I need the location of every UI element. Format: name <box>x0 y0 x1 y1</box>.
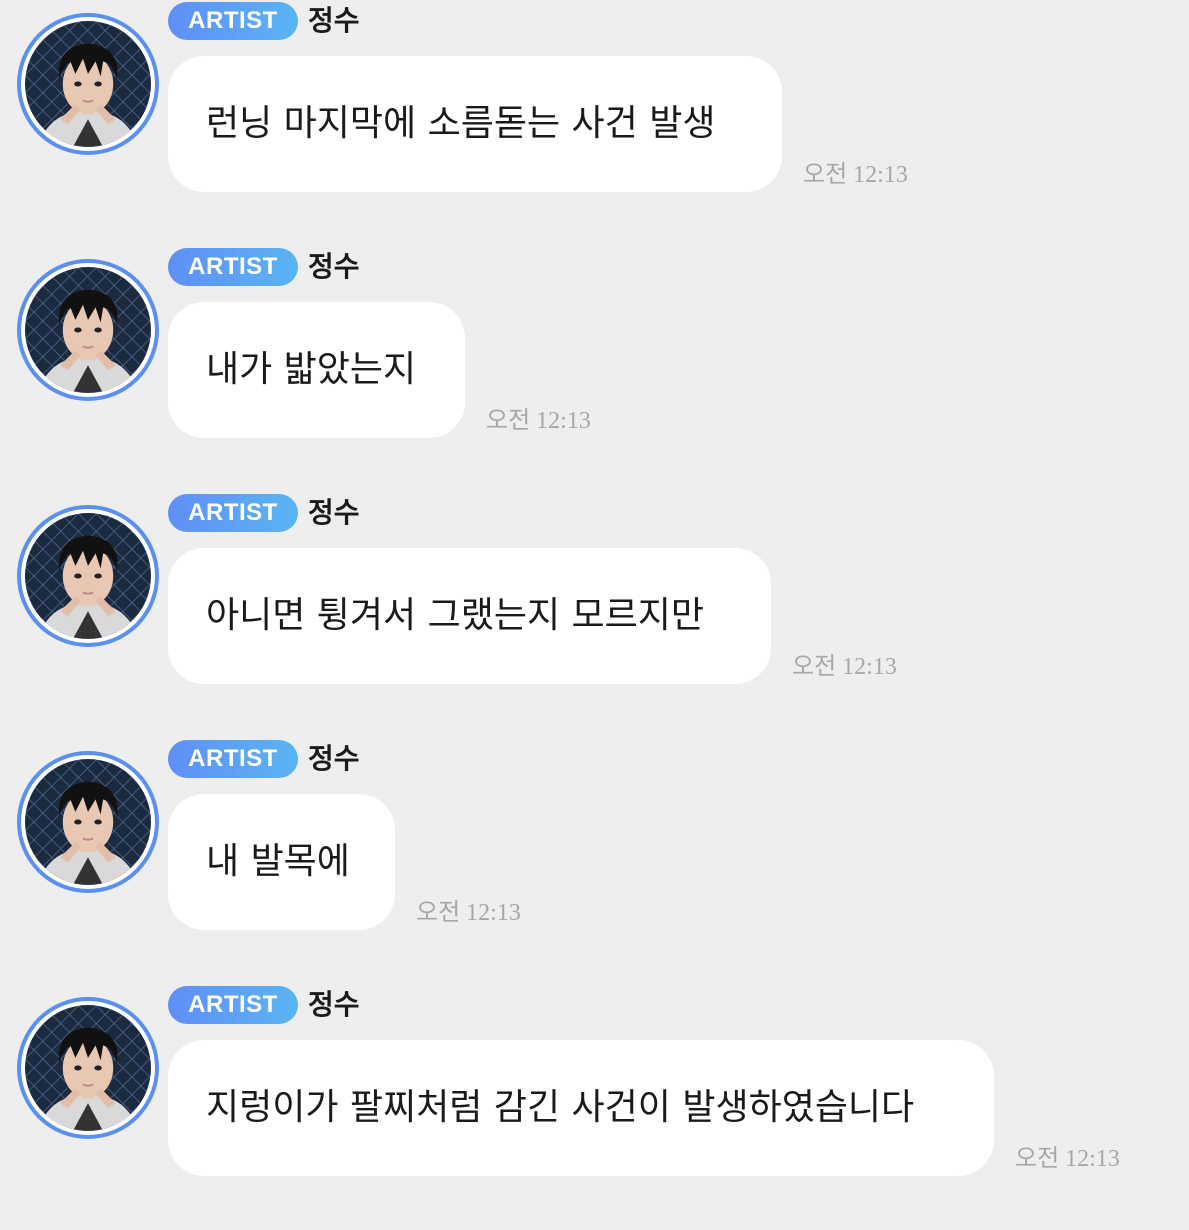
profile-photo-icon <box>25 1005 151 1131</box>
message-bubble[interactable]: 내가 밟았는지 <box>168 302 465 438</box>
avatar[interactable] <box>17 505 159 647</box>
message-bubble[interactable]: 내 발목에 <box>168 794 395 930</box>
artist-badge: ARTIST <box>168 248 298 286</box>
artist-badge: ARTIST <box>168 740 298 778</box>
avatar[interactable] <box>17 997 159 1139</box>
sender-name: 정수 <box>308 250 360 283</box>
message-timestamp: 오전 12:13 <box>792 654 897 680</box>
profile-photo-icon <box>25 267 151 393</box>
message-timestamp: 오전 12:13 <box>416 900 521 926</box>
chat-message: ARTIST 정수 내가 밟았는지 오전 12:13 <box>0 246 1189 492</box>
profile-photo-icon <box>25 21 151 147</box>
message-timestamp: 오전 12:13 <box>803 162 908 188</box>
message-timestamp: 오전 12:13 <box>486 408 591 434</box>
sender-name: 정수 <box>308 4 360 37</box>
chat-message: ARTIST 정수 아니면 튕겨서 그랬는지 모르지만 오전 12:13 <box>0 492 1189 738</box>
chat-message: ARTIST 정수 지렁이가 팔찌처럼 감긴 사건이 발생하였습니다 오전 12… <box>0 984 1189 1230</box>
avatar[interactable] <box>17 13 159 155</box>
chat-message-list[interactable]: ARTIST 정수 런닝 마지막에 소름돋는 사건 발생 오전 12:13 AR… <box>0 0 1189 1200</box>
profile-photo-icon <box>25 759 151 885</box>
artist-badge: ARTIST <box>168 494 298 532</box>
message-timestamp: 오전 12:13 <box>1015 1146 1120 1172</box>
sender-name: 정수 <box>308 988 360 1021</box>
sender-name: 정수 <box>308 742 360 775</box>
message-bubble[interactable]: 아니면 튕겨서 그랬는지 모르지만 <box>168 548 771 684</box>
chat-message: ARTIST 정수 런닝 마지막에 소름돋는 사건 발생 오전 12:13 <box>0 0 1189 246</box>
sender-name: 정수 <box>308 496 360 529</box>
message-bubble[interactable]: 런닝 마지막에 소름돋는 사건 발생 <box>168 56 782 192</box>
chat-message: ARTIST 정수 내 발목에 오전 12:13 <box>0 738 1189 984</box>
artist-badge: ARTIST <box>168 986 298 1024</box>
profile-photo-icon <box>25 513 151 639</box>
avatar[interactable] <box>17 751 159 893</box>
avatar[interactable] <box>17 259 159 401</box>
message-bubble[interactable]: 지렁이가 팔찌처럼 감긴 사건이 발생하였습니다 <box>168 1040 994 1176</box>
artist-badge: ARTIST <box>168 2 298 40</box>
